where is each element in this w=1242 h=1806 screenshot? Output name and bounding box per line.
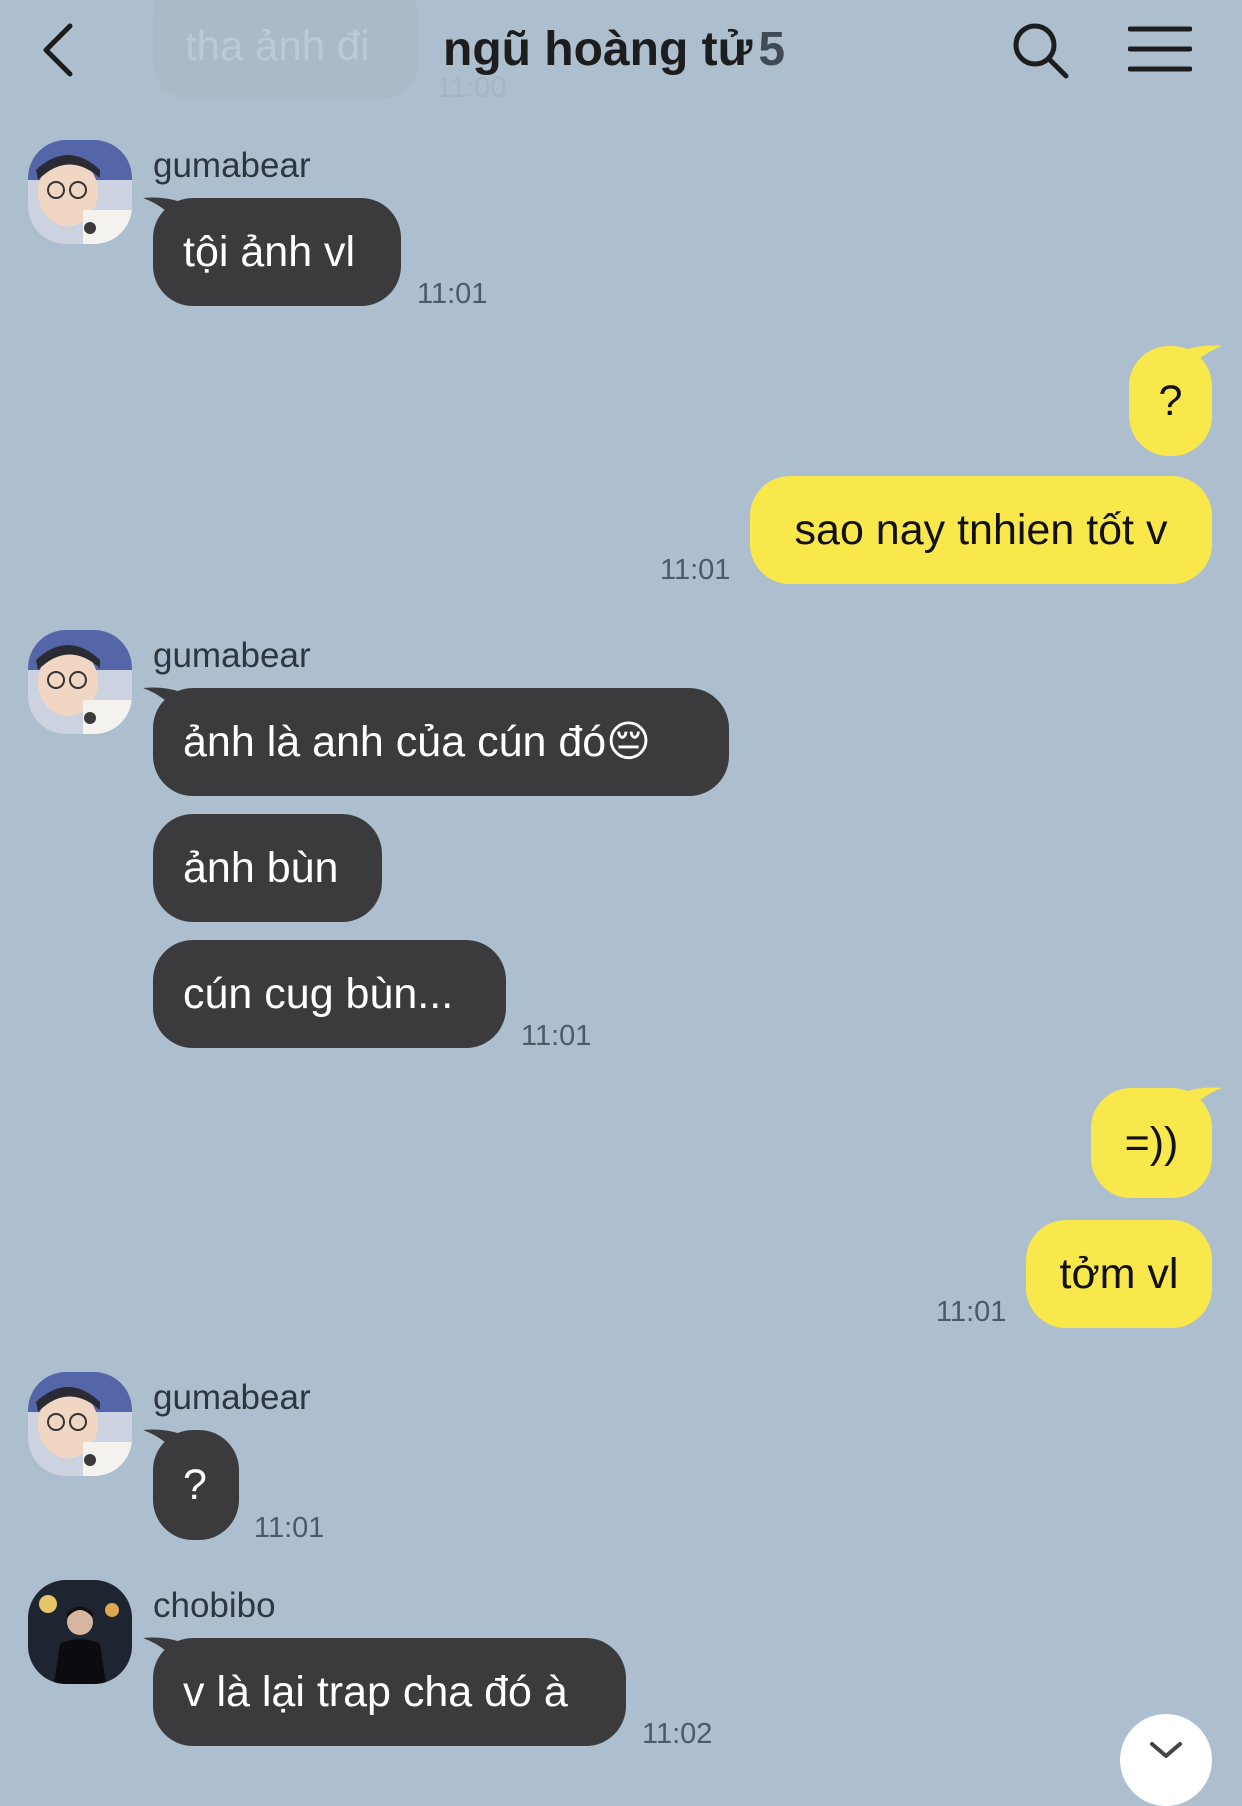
message-time: 11:01 xyxy=(254,1512,325,1544)
hamburger-menu-icon[interactable] xyxy=(1128,24,1192,74)
message-time: 11:02 xyxy=(642,1718,713,1750)
message-time: 11:01 xyxy=(936,1296,1007,1328)
message-text: ? xyxy=(183,1460,207,1509)
message-text: cún cug bùn... xyxy=(183,969,454,1018)
chevron-left-icon[interactable] xyxy=(38,20,82,80)
sender-name: chobibo xyxy=(153,1586,276,1625)
message-time: 11:01 xyxy=(660,554,731,586)
avatar-gumabear[interactable] xyxy=(28,140,132,244)
message-time: 11:01 xyxy=(521,1020,592,1052)
bubble-tail xyxy=(1184,345,1222,374)
chat-header: tha ảnh đi 11:00 ngũ hoàng tử 5 xyxy=(0,0,1242,110)
scroll-to-bottom-button[interactable] xyxy=(1120,1714,1212,1806)
sender-name: gumabear xyxy=(153,1378,311,1417)
message-text: =)) xyxy=(1124,1118,1179,1167)
message-text: v là lại trap cha đó à xyxy=(183,1667,568,1716)
search-icon[interactable] xyxy=(1010,20,1070,80)
message-text: ? xyxy=(1158,376,1183,425)
message-text: tội ảnh vl xyxy=(183,227,356,276)
bubble-tail xyxy=(143,197,181,226)
bubble-tail xyxy=(1184,1087,1222,1116)
chat-title[interactable]: ngũ hoàng tử 5 xyxy=(443,22,785,77)
bubble-tail xyxy=(143,1637,181,1666)
message-bubble[interactable]: ? xyxy=(1129,345,1222,456)
message-bubble[interactable]: cún cug bùn... xyxy=(153,940,506,1048)
avatar-chobibo[interactable] xyxy=(28,1580,132,1684)
message-text: ảnh bùn xyxy=(183,843,339,892)
bubble-tail xyxy=(143,687,181,716)
member-count: 5 xyxy=(758,23,786,76)
avatar-gumabear[interactable] xyxy=(28,630,132,734)
previous-message-bubble: tha ảnh đi xyxy=(153,0,418,98)
message-bubble[interactable]: v là lại trap cha đó à xyxy=(143,1637,626,1746)
message-text: sao nay tnhien tốt v xyxy=(794,505,1168,554)
message-text: tởm vl xyxy=(1059,1249,1179,1298)
message-text: ảnh là anh của cún đó😔 xyxy=(183,717,652,766)
sender-name: gumabear xyxy=(153,146,311,185)
message-bubble[interactable]: ảnh là anh của cún đó😔 xyxy=(143,687,729,796)
chat-title-text: ngũ hoàng tử xyxy=(443,23,753,76)
bubble-tail xyxy=(143,1429,181,1458)
message-bubble[interactable]: tởm vl xyxy=(1026,1220,1212,1328)
chevron-down-icon xyxy=(1150,1742,1182,1758)
message-bubble[interactable]: sao nay tnhien tốt v xyxy=(750,476,1212,584)
message-time: 11:01 xyxy=(417,278,488,310)
sender-name: gumabear xyxy=(153,636,311,675)
message-bubble[interactable]: ? xyxy=(143,1429,239,1540)
message-bubble[interactable]: =)) xyxy=(1091,1087,1222,1198)
avatar-gumabear[interactable] xyxy=(28,1372,132,1476)
message-bubble[interactable]: tội ảnh vl xyxy=(143,197,401,306)
message-bubble[interactable]: ảnh bùn xyxy=(153,814,382,922)
